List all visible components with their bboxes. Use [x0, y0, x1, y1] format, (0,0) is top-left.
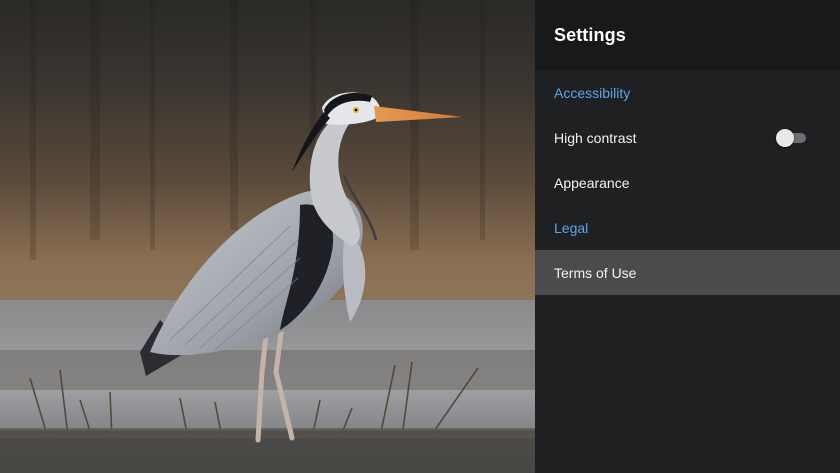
- settings-title: Settings: [554, 24, 626, 45]
- section-label-accessibility: Accessibility: [554, 84, 631, 101]
- settings-panel: Settings Accessibility High contrast App…: [535, 0, 840, 473]
- setting-high-contrast[interactable]: High contrast: [535, 115, 840, 160]
- high-contrast-toggle[interactable]: [776, 128, 808, 147]
- tv-screen: Settings Accessibility High contrast App…: [0, 0, 840, 473]
- toggle-thumb: [776, 128, 794, 147]
- setting-label: Terms of Use: [554, 264, 637, 281]
- setting-label: High contrast: [554, 129, 637, 146]
- settings-header: Settings: [535, 0, 840, 70]
- setting-appearance[interactable]: Appearance: [535, 160, 840, 205]
- setting-label: Appearance: [554, 174, 630, 191]
- setting-terms-of-use[interactable]: Terms of Use: [535, 250, 840, 295]
- background-photo: [0, 0, 535, 473]
- section-label-legal: Legal: [554, 219, 589, 236]
